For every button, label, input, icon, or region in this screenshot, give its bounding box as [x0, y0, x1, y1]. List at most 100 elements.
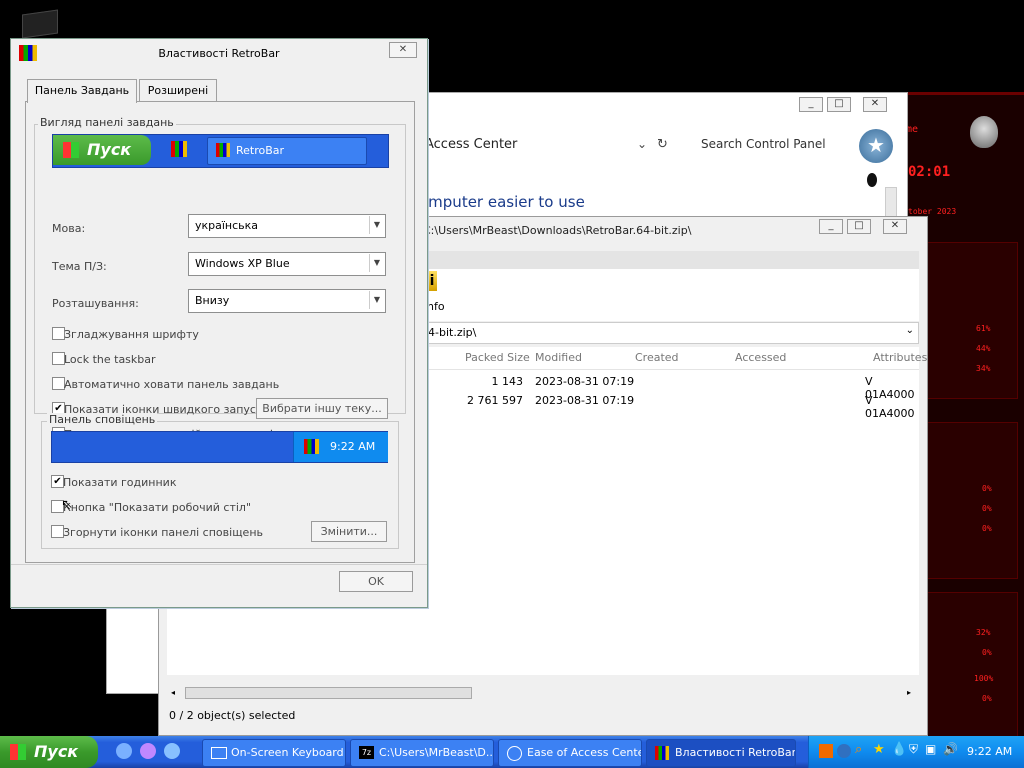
chevron-down-icon[interactable]: ▼ [369, 254, 384, 272]
position-value: Внизу [195, 294, 230, 307]
cell-packed: 1 143 [491, 375, 524, 388]
gadget-stat: 0% [982, 694, 992, 703]
maximize-button[interactable]: □ [847, 219, 871, 234]
gadget-stat: 0% [982, 524, 992, 533]
windows-logo-icon [10, 744, 26, 760]
maximize-button[interactable]: □ [827, 97, 851, 112]
accessibility-icon: ★ [859, 129, 893, 163]
ok-button[interactable]: OK [339, 571, 413, 592]
quicklaunch-icon[interactable] [140, 743, 156, 759]
taskbar-preview: Пуск RetroBar [52, 134, 389, 168]
preview-start-button: Пуск [53, 135, 151, 165]
close-button[interactable]: ✕ [863, 97, 887, 112]
tray-icon[interactable] [837, 744, 851, 758]
taskbar-button-label: On-Screen Keyboard [231, 746, 344, 759]
column-header[interactable]: Created [635, 351, 679, 364]
column-header[interactable]: Attributes [873, 351, 927, 364]
preview-start-label: Пуск [87, 140, 132, 159]
scrollbar[interactable] [885, 187, 897, 219]
position-select[interactable]: Внизу ▼ [188, 289, 386, 313]
choose-folder-button[interactable]: Вибрати іншу теку... [256, 398, 388, 419]
tray-clock-area: 9:22 AM [293, 432, 388, 462]
chevron-down-icon[interactable]: ⌄ [906, 325, 914, 336]
cell-packed: 2 761 597 [467, 394, 523, 407]
star-icon[interactable]: ★ [873, 742, 885, 757]
gadget-stat: 44% [976, 344, 991, 353]
horizontal-scrollbar[interactable]: ◂ ▸ [167, 685, 919, 701]
info-button-label[interactable]: nfo [427, 300, 445, 313]
checkbox-label: Показати годинник [63, 476, 177, 489]
windows-logo-icon [63, 142, 79, 158]
drop-icon[interactable]: 💧 [891, 742, 907, 757]
gadget-stat: 32% [976, 628, 991, 637]
gadget-stat: 100% [974, 674, 994, 683]
checkbox-label: Автоматично ховати панель завдань [64, 378, 280, 391]
column-header[interactable]: Packed Size [465, 351, 530, 364]
chevron-down-icon[interactable]: ▼ [369, 216, 384, 234]
taskbar-button-ease[interactable]: Ease of Access Center [498, 739, 642, 767]
close-button[interactable]: ✕ [883, 219, 907, 234]
network-icon[interactable]: ▣ [925, 742, 936, 756]
taskbar-button-label: Ease of Access Center [527, 746, 642, 759]
taskbar-button-archive[interactable]: 7z C:\Users\MrBeast\D... [350, 739, 494, 767]
minimize-button[interactable]: _ [799, 97, 823, 112]
group-title: Панель сповіщень [47, 413, 158, 426]
gadget-date: tober 2023 [908, 207, 957, 216]
checkbox-label: Кнопка "Показати робочий стіл" [63, 501, 252, 514]
taskbar-button-retrobar[interactable]: Властивості RetroBar [646, 739, 796, 767]
chevron-down-icon[interactable]: ⌄ [637, 137, 647, 151]
column-header[interactable]: Accessed [735, 351, 786, 364]
tray-preview: 9:22 AM [51, 431, 388, 463]
quicklaunch-icon[interactable] [116, 743, 132, 759]
change-button[interactable]: Змінити... [311, 521, 387, 542]
close-button[interactable]: ✕ [389, 42, 417, 58]
start-label: Пуск [34, 742, 79, 761]
gadget-stat: 0% [982, 484, 992, 493]
taskbar-button-osk[interactable]: On-Screen Keyboard [202, 739, 346, 767]
theme-label: Тема П/З: [52, 260, 107, 273]
start-button[interactable]: Пуск [0, 736, 98, 768]
gadget-stat: 0% [982, 504, 992, 513]
scroll-right-icon[interactable]: ▸ [907, 688, 911, 697]
group-title: Вигляд панелі завдань [38, 116, 176, 129]
desktop-icon[interactable] [22, 9, 58, 39]
search-icon[interactable]: ⌕ [855, 742, 862, 757]
page-heading: omputer easier to use [419, 193, 585, 211]
tab-taskbar[interactable]: Панель Завдань [27, 79, 137, 103]
language-value: українська [195, 219, 259, 232]
gadget-stat: 61% [976, 324, 991, 333]
cell-attributes: V 01A4000 [865, 394, 915, 420]
taskbar-clock[interactable]: 9:22 AM [967, 736, 1012, 768]
gadget-clock: 02:01 [908, 164, 951, 180]
breadcrumb[interactable]: Access Center [425, 137, 517, 152]
cell-modified: 2023-08-31 07:19 [535, 375, 635, 388]
theme-select[interactable]: Windows XP Blue ▼ [188, 252, 386, 276]
scroll-left-icon[interactable]: ◂ [171, 688, 175, 697]
refresh-icon[interactable]: ↻ [657, 137, 668, 152]
quicklaunch-icon[interactable] [164, 743, 180, 759]
info-icon[interactable]: i [427, 271, 437, 291]
shield-icon[interactable]: ⛨ [909, 742, 918, 757]
language-label: Мова: [52, 222, 86, 235]
tray-icon[interactable] [819, 744, 833, 758]
alien-logo-icon [970, 116, 998, 148]
language-select[interactable]: українська ▼ [188, 214, 386, 238]
minimize-button[interactable]: _ [819, 219, 843, 234]
position-label: Розташування: [52, 297, 139, 310]
accessibility-icon [507, 746, 522, 761]
chevron-down-icon[interactable]: ▼ [369, 291, 384, 309]
window-title: C:\Users\MrBeast\Downloads\RetroBar.64-b… [423, 224, 692, 237]
dialog-title: Властивості RetroBar [158, 47, 280, 60]
address-text: 4-bit.zip\ [428, 326, 477, 339]
scrollbar-thumb[interactable] [185, 687, 472, 699]
checkbox-label: Згорнути іконки панелі сповіщень [63, 526, 263, 539]
keyboard-icon [211, 747, 227, 759]
cell-modified: 2023-08-31 07:19 [535, 394, 635, 407]
tab-advanced[interactable]: Розширені [139, 79, 217, 102]
theme-value: Windows XP Blue [195, 257, 290, 270]
7zip-icon: 7z [359, 746, 374, 759]
mouse-cursor-icon: ⇖ [61, 497, 73, 513]
search-input[interactable]: Search Control Panel [701, 137, 826, 151]
volume-icon[interactable]: 🔊 [943, 742, 958, 756]
column-header[interactable]: Modified [535, 351, 582, 364]
